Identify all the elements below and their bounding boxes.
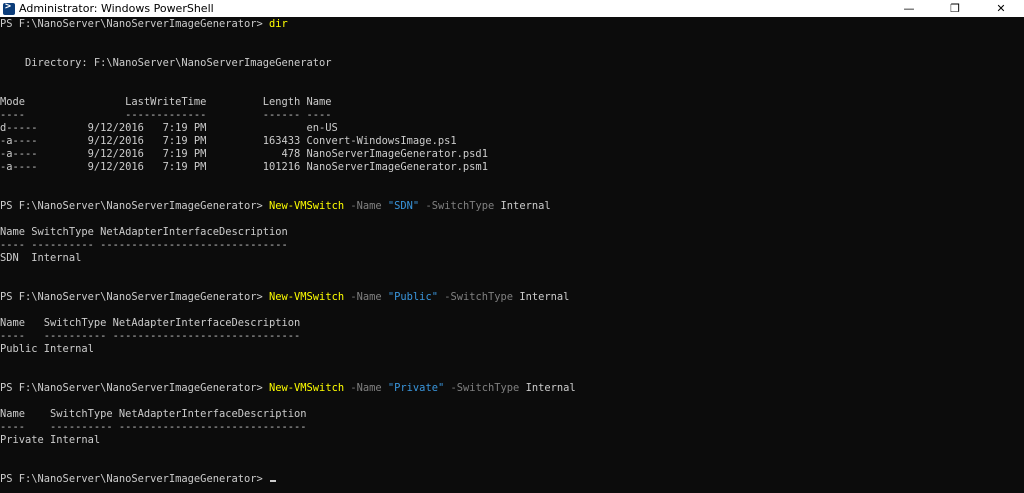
table-header: Name SwitchType NetAdapterInterfaceDescr… [0, 226, 288, 238]
window-controls: — ❐ ✕ [886, 0, 1024, 17]
prompt: PS F:\NanoServer\NanoServerImageGenerato… [0, 382, 263, 394]
parameter: -Name [350, 291, 382, 303]
parameter: -SwitchType [450, 382, 520, 394]
restore-button[interactable]: ❐ [932, 0, 978, 17]
string-value: "SDN" [387, 200, 420, 212]
table-row: SDN Internal [0, 252, 82, 264]
argument: Internal [500, 200, 551, 212]
table-header: Name SwitchType NetAdapterInterfaceDescr… [0, 408, 307, 420]
powershell-icon [3, 1, 15, 15]
table-header: Name SwitchType NetAdapterInterfaceDescr… [0, 317, 301, 329]
command: dir [269, 18, 288, 30]
prompt: PS F:\NanoServer\NanoServerImageGenerato… [0, 200, 263, 212]
text-cursor [270, 480, 277, 482]
table-row: -a---- 9/12/2016 7:19 PM 101216 NanoServ… [0, 161, 488, 173]
table-row: Private Internal [0, 434, 101, 446]
command: New-VMSwitch [269, 382, 345, 394]
parameter: -SwitchType [425, 200, 495, 212]
prompt-line: PS F:\NanoServer\NanoServerImageGenerato… [0, 18, 288, 31]
prompt-line: PS F:\NanoServer\NanoServerImageGenerato… [0, 382, 576, 395]
command: New-VMSwitch [269, 291, 345, 303]
table-row: -a---- 9/12/2016 7:19 PM 478 NanoServerI… [0, 148, 488, 160]
prompt-line: PS F:\NanoServer\NanoServerImageGenerato… [0, 200, 551, 213]
minimize-button[interactable]: — [886, 0, 932, 17]
table-row: d----- 9/12/2016 7:19 PM en-US [0, 122, 338, 134]
command: New-VMSwitch [269, 200, 345, 212]
prompt-line: PS F:\NanoServer\NanoServerImageGenerato… [0, 473, 277, 486]
prompt-line: PS F:\NanoServer\NanoServerImageGenerato… [0, 291, 569, 304]
console-output[interactable]: PS F:\NanoServer\NanoServerImageGenerato… [0, 18, 1024, 493]
argument: Internal [525, 382, 576, 394]
title-bar[interactable]: Administrator: Windows PowerShell — ❐ ✕ [0, 0, 1024, 17]
string-value: "Public" [387, 291, 438, 303]
argument: Internal [519, 291, 570, 303]
table-row: -a---- 9/12/2016 7:19 PM 163433 Convert-… [0, 135, 457, 147]
parameter: -SwitchType [444, 291, 514, 303]
string-value: "Private" [387, 382, 445, 394]
prompt: PS F:\NanoServer\NanoServerImageGenerato… [0, 291, 263, 303]
table-separator: ---- ---------- ------------------------… [0, 239, 288, 251]
prompt: PS F:\NanoServer\NanoServerImageGenerato… [0, 18, 263, 30]
powershell-window: Administrator: Windows PowerShell — ❐ ✕ … [0, 0, 1024, 493]
parameter: -Name [350, 200, 382, 212]
table-header: Mode LastWriteTime Length Name [0, 96, 332, 108]
close-button[interactable]: ✕ [978, 0, 1024, 17]
directory-line: Directory: F:\NanoServer\NanoServerImage… [0, 57, 332, 69]
prompt: PS F:\NanoServer\NanoServerImageGenerato… [0, 473, 263, 485]
window-title: Administrator: Windows PowerShell [19, 2, 214, 15]
table-separator: ---- ---------- ------------------------… [0, 330, 301, 342]
table-row: Public Internal [0, 343, 94, 355]
parameter: -Name [350, 382, 382, 394]
table-separator: ---- ---------- ------------------------… [0, 421, 307, 433]
table-separator: ---- ------------- ------ ---- [0, 109, 332, 121]
